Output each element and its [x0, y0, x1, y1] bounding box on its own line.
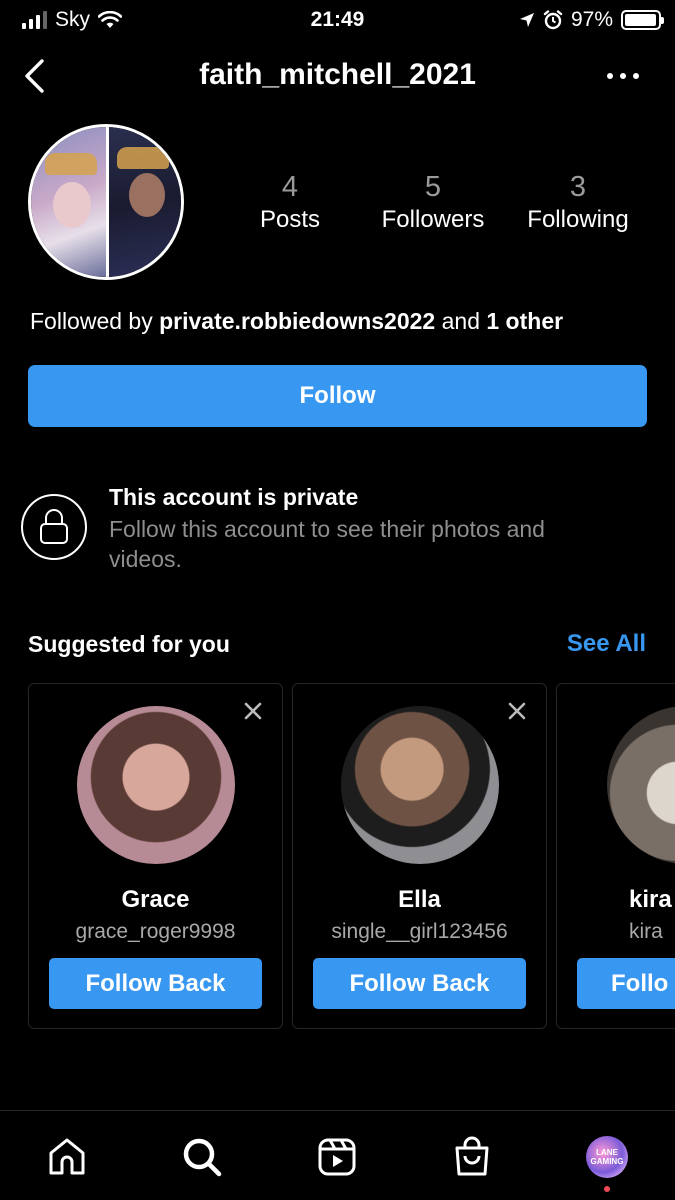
- alarm-icon: [543, 10, 563, 30]
- stat-followers[interactable]: 5 Followers: [368, 170, 498, 236]
- suggested-title: Suggested for you: [28, 631, 230, 657]
- suggestion-avatar[interactable]: [607, 706, 675, 864]
- reels-icon: [318, 1138, 356, 1176]
- status-bar: Sky 21:49 97%: [0, 0, 675, 40]
- suggestion-name: Grace: [121, 886, 190, 913]
- stat-followers-label: Followers: [381, 206, 485, 233]
- followed-by-text[interactable]: Followed by private.robbiedowns2022 and …: [30, 308, 563, 335]
- follow-button[interactable]: Follow: [28, 365, 647, 427]
- profile-header: faith_mitchell_2021: [0, 50, 675, 102]
- see-all-link[interactable]: See All: [567, 630, 646, 658]
- followed-by-user: private.robbiedowns2022: [159, 308, 436, 334]
- status-right: 97%: [519, 8, 664, 32]
- suggestion-name: Ella: [398, 886, 441, 913]
- stat-following-count: 3: [569, 171, 587, 203]
- stat-followers-count: 5: [424, 171, 442, 203]
- private-title: This account is private: [109, 484, 359, 510]
- stat-posts[interactable]: 4 Posts: [240, 170, 340, 236]
- more-options-button[interactable]: [607, 56, 639, 96]
- nav-shop[interactable]: [450, 1135, 494, 1179]
- suggestion-avatar[interactable]: [77, 706, 235, 864]
- follow-back-button[interactable]: Follo: [577, 958, 675, 1009]
- stat-following[interactable]: 3 Following: [514, 170, 642, 236]
- follow-back-button[interactable]: Follow Back: [313, 958, 526, 1009]
- stat-posts-count: 4: [281, 171, 299, 203]
- bottom-nav: LANE GAMING: [0, 1110, 675, 1200]
- search-icon: [183, 1138, 222, 1177]
- close-icon[interactable]: [506, 700, 528, 722]
- notification-dot: [604, 1186, 610, 1192]
- stat-following-label: Following: [527, 206, 629, 233]
- home-icon: [49, 1138, 85, 1175]
- suggestion-avatar[interactable]: [341, 706, 499, 864]
- followed-by-others: 1 other: [486, 308, 564, 334]
- lock-icon: [40, 509, 68, 544]
- battery-icon: [621, 10, 664, 30]
- private-lock-badge: [21, 494, 87, 560]
- location-arrow-icon: [519, 13, 534, 27]
- follow-back-button[interactable]: Follow Back: [49, 958, 262, 1009]
- suggestion-card: Ella single__girl123456 Follow Back: [292, 683, 547, 1029]
- nav-reels[interactable]: [315, 1135, 359, 1179]
- private-description: Follow this account to see their photos …: [109, 516, 545, 572]
- nav-profile[interactable]: LANE GAMING: [585, 1135, 629, 1179]
- shop-icon: [455, 1136, 489, 1176]
- followed-by-mid: and: [441, 308, 480, 334]
- suggested-carousel[interactable]: Grace grace_roger9998 Follow Back Ella s…: [28, 683, 675, 1030]
- suggestion-username: single__girl123456: [331, 920, 508, 943]
- page-title: faith_mitchell_2021: [199, 58, 476, 91]
- close-icon[interactable]: [242, 700, 264, 722]
- profile-avatar-small: LANE GAMING: [586, 1136, 628, 1178]
- suggestion-username: kira: [629, 920, 663, 943]
- more-horizontal-icon: [607, 73, 613, 79]
- battery-percent: 97%: [570, 8, 613, 31]
- profile-avatar[interactable]: [28, 124, 184, 280]
- stat-posts-label: Posts: [259, 206, 321, 233]
- nav-search[interactable]: [180, 1135, 224, 1179]
- suggestion-name: kira: [629, 886, 672, 913]
- followed-by-prefix: Followed by: [30, 308, 153, 334]
- suggestion-username: grace_roger9998: [75, 920, 236, 943]
- nav-home[interactable]: [45, 1135, 89, 1179]
- suggestion-card: Grace grace_roger9998 Follow Back: [28, 683, 283, 1029]
- suggestion-card: kira kira Follo: [556, 683, 675, 1029]
